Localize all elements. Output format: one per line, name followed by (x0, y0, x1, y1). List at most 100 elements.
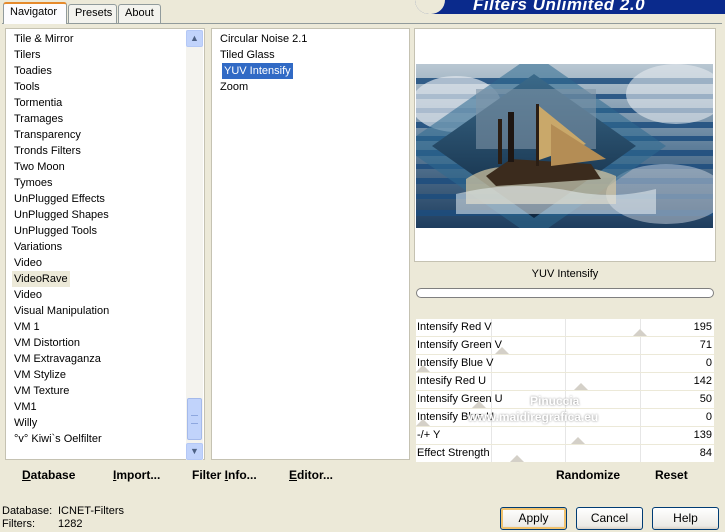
slider-thumb[interactable] (570, 437, 585, 444)
filter-item[interactable]: YUV Intensify (222, 63, 293, 79)
category-scrollbar[interactable] (186, 30, 203, 460)
help-button[interactable]: Help (652, 507, 719, 530)
category-item[interactable]: VideoRave (12, 271, 70, 287)
editor-label: ditor... (297, 468, 334, 482)
slider-thumb[interactable] (633, 329, 648, 336)
category-item[interactable]: VM1 (14, 399, 37, 415)
banner-title: Filters Unlimited 2.0 (473, 0, 646, 14)
tab-label: About (125, 7, 154, 19)
category-item[interactable]: UnPlugged Effects (14, 191, 105, 207)
param-value: 50 (699, 393, 712, 405)
slider-tick (565, 355, 566, 372)
param-label: -/+ Y (417, 429, 441, 441)
slider-tick (565, 445, 566, 462)
category-item[interactable]: VM Texture (14, 383, 69, 399)
category-item[interactable]: Tools (14, 79, 40, 95)
category-item[interactable]: Variations (14, 239, 62, 255)
slider-tick (490, 445, 492, 462)
param-label: Intensify Blue V (417, 357, 494, 369)
tab-label: Presets (75, 7, 113, 19)
database-label: atabase (30, 468, 76, 482)
tab-navigator[interactable]: Navigator (3, 2, 67, 24)
slider-tick (639, 355, 641, 372)
category-item[interactable]: Tramages (14, 111, 63, 127)
param-value: 195 (693, 321, 712, 333)
watermark-line2: www.maidiregrafica.eu (468, 410, 599, 424)
slider-thumb[interactable] (509, 455, 524, 462)
param-label: Intensify Green U (417, 393, 503, 405)
param-slider[interactable]: Effect Strength 84 (416, 445, 714, 462)
param-value: 0 (705, 357, 712, 369)
scroll-thumb[interactable] (187, 398, 202, 440)
status-filters-value: 1282 (58, 518, 83, 530)
tab-presets[interactable]: Presets (68, 4, 117, 23)
filter-item[interactable]: Circular Noise 2.1 (220, 31, 307, 47)
filter-item[interactable]: Zoom (220, 79, 248, 95)
filter-list[interactable]: Circular Noise 2.1 Tiled Glass YUV Intensi… (211, 28, 410, 460)
param-value: 0 (705, 411, 712, 423)
category-list[interactable]: Tile & Mirror Tilers Toadies Tools Tormentia… (5, 28, 205, 460)
category-item[interactable]: Visual Manipulation (14, 303, 109, 319)
param-label: Intensify Red V (417, 321, 492, 333)
category-item[interactable]: Tilers (14, 47, 40, 63)
category-item[interactable]: Tronds Filters (14, 143, 81, 159)
param-slider[interactable]: Intensify Blue V 0 (416, 355, 714, 372)
preview-art (416, 64, 713, 228)
apply-button[interactable]: Apply (500, 507, 567, 530)
slider-tick (639, 373, 641, 390)
scroll-up-button[interactable]: ▲ (186, 30, 203, 47)
database-hotkey: D (22, 468, 31, 482)
watermark-line1: Pinuccia (530, 394, 580, 408)
filter-info-label: nfo... (228, 468, 257, 482)
category-item[interactable]: Video (14, 255, 42, 271)
category-item[interactable]: VM Extravaganza (14, 351, 101, 367)
category-item[interactable]: °v° Kiwi`s Oelfilter (14, 431, 102, 447)
param-value: 139 (693, 429, 712, 441)
import-button[interactable]: Import... (113, 468, 160, 482)
param-slider[interactable]: Intensify Red V 195 (416, 319, 714, 336)
param-value: 71 (699, 339, 712, 351)
category-item[interactable]: Willy (14, 415, 37, 431)
param-label: Effect Strength (417, 447, 490, 459)
editor-button[interactable]: Editor... (289, 468, 333, 482)
slider-thumb[interactable] (574, 383, 589, 390)
param-label: Intesify Red U (417, 375, 487, 387)
filter-item[interactable]: Tiled Glass (220, 47, 275, 63)
param-slider[interactable]: -/+ Y 139 (416, 427, 714, 444)
category-item[interactable]: Tymoes (14, 175, 53, 191)
slider-tick (490, 373, 492, 390)
editor-hotkey: E (289, 468, 298, 482)
database-button[interactable]: Database (22, 468, 75, 482)
slider-tick (565, 373, 566, 390)
category-item[interactable]: UnPlugged Shapes (14, 207, 109, 223)
tab-label: Navigator (10, 6, 58, 18)
slider-tick (639, 445, 641, 462)
category-item[interactable]: VM Distortion (14, 335, 80, 351)
param-slider[interactable]: Intesify Red U 142 (416, 373, 714, 390)
category-item[interactable]: VM 1 (14, 319, 40, 335)
reset-button[interactable]: Reset (655, 468, 688, 482)
cancel-button[interactable]: Cancel (576, 507, 643, 530)
slider-tick (565, 319, 566, 336)
param-slider[interactable]: Intensify Green V 71 (416, 337, 714, 354)
preview-image (416, 64, 713, 228)
tab-about[interactable]: About (118, 4, 161, 23)
filter-info-button[interactable]: Filter Info... (192, 468, 257, 482)
category-item[interactable]: Tile & Mirror (14, 31, 73, 47)
randomize-button[interactable]: Randomize (556, 468, 620, 482)
title-banner: Filters Unlimited 2.0 (415, 0, 725, 14)
slider-tick (639, 337, 641, 354)
progress-bar (416, 288, 714, 298)
slider-tick (639, 391, 641, 408)
category-item[interactable]: Video (14, 287, 42, 303)
category-item[interactable]: Transparency (14, 127, 81, 143)
status-filters-label: Filters: (2, 518, 35, 530)
category-item[interactable]: Two Moon (14, 159, 65, 175)
category-item[interactable]: Toadies (14, 63, 52, 79)
category-item[interactable]: VM Stylize (14, 367, 66, 383)
tab-divider (2, 23, 722, 24)
scroll-down-button[interactable]: ▼ (186, 443, 203, 460)
category-item[interactable]: UnPlugged Tools (14, 223, 97, 239)
param-label: Intensify Green V (417, 339, 502, 351)
category-item[interactable]: Tormentia (14, 95, 62, 111)
